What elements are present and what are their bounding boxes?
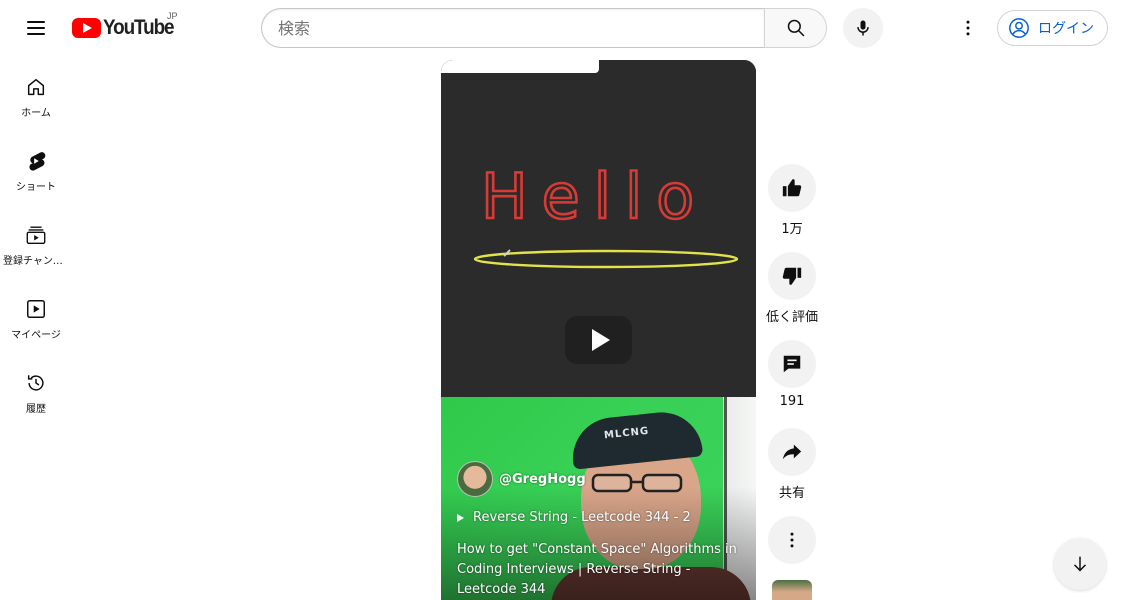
dislike-action: 低く評価 <box>766 252 818 325</box>
more-vertical-icon <box>966 20 970 36</box>
settings-more-button[interactable] <box>948 8 988 48</box>
sidebar-item-label: 履歴 <box>26 404 46 415</box>
search-button[interactable] <box>764 8 827 48</box>
menu-line <box>27 33 45 35</box>
sidebar-item-library[interactable]: マイページ <box>0 278 72 352</box>
share-button[interactable] <box>768 428 816 476</box>
dislike-label: 低く評価 <box>766 310 819 325</box>
channel-avatar[interactable] <box>457 461 493 497</box>
playlist-link[interactable]: Reverse String - Leetcode 344 - 2 <box>457 510 691 525</box>
share-arrow-icon <box>782 444 802 460</box>
shorts-icon <box>29 152 46 171</box>
sidebar-item-label: ショート <box>16 182 56 193</box>
like-button[interactable] <box>768 164 816 212</box>
hello-text: Hello <box>481 160 708 233</box>
channel-info[interactable]: @GregHogg <box>457 461 586 497</box>
region-code: JP <box>167 11 178 21</box>
more-vertical-icon <box>790 532 794 548</box>
next-short-button[interactable] <box>1054 538 1106 590</box>
search-box <box>261 8 764 48</box>
home-icon <box>27 78 45 96</box>
login-button[interactable]: ログイン <box>997 10 1108 46</box>
logo-text: YouTube <box>103 16 175 39</box>
voice-search-button[interactable] <box>843 8 883 48</box>
sound-remix-thumbnail[interactable] <box>772 580 812 600</box>
channel-name[interactable]: @GregHogg <box>499 472 586 487</box>
playlist-play-icon <box>457 513 464 522</box>
arrow-down-icon <box>1073 556 1087 572</box>
login-label: ログイン <box>1038 21 1094 37</box>
comment-count: 191 <box>779 394 805 409</box>
masthead: YouTube JP ログイン <box>0 0 1124 56</box>
playlist-title: Reverse String - Leetcode 344 - 2 <box>473 510 691 525</box>
like-count: 1万 <box>781 222 803 237</box>
share-action: 共有 <box>766 428 818 501</box>
menu-line <box>27 27 45 29</box>
video-title[interactable]: How to get "Constant Space" Algorithms i… <box>457 540 747 600</box>
sidebar-item-label: 登録チャンネル <box>3 256 69 267</box>
sidebar-item-subscriptions[interactable]: 登録チャンネル <box>0 204 72 278</box>
sidebar-item-label: ホーム <box>21 108 51 119</box>
search-input[interactable] <box>278 18 764 38</box>
sidebar-item-label: マイページ <box>11 330 61 341</box>
comment-action: 191 <box>766 340 818 409</box>
sidebar-item-home[interactable]: ホーム <box>0 56 72 130</box>
guide-menu-button[interactable] <box>16 8 56 48</box>
menu-line <box>27 21 45 23</box>
history-icon <box>27 375 44 391</box>
microphone-icon <box>857 20 869 36</box>
sidebar-item-shorts[interactable]: ショート <box>0 130 72 204</box>
comment-icon <box>783 355 801 373</box>
share-label: 共有 <box>778 486 805 501</box>
play-button[interactable] <box>565 316 632 364</box>
thumbs-down-icon <box>782 267 802 285</box>
subscriptions-icon <box>26 226 46 244</box>
video-frame-whiteboard: Hello <box>441 60 756 397</box>
shorts-player[interactable]: Hello MLCNG @GregHogg Reverse String - L… <box>441 60 756 600</box>
more-action <box>766 516 818 564</box>
youtube-logo[interactable]: YouTube <box>72 14 181 42</box>
sidebar-item-history[interactable]: 履歴 <box>0 352 72 426</box>
dislike-button[interactable] <box>768 252 816 300</box>
account-circle-icon <box>1009 18 1029 38</box>
comment-button[interactable] <box>768 340 816 388</box>
youtube-play-logo-icon <box>72 18 101 38</box>
more-options-button[interactable] <box>768 516 816 564</box>
search-icon <box>787 19 804 37</box>
library-icon <box>27 300 45 318</box>
like-action: 1万 <box>766 164 818 237</box>
thumbs-up-icon <box>782 179 802 197</box>
mini-guide: ホーム ショート 登録チャンネル マイページ 履歴 <box>0 56 72 426</box>
